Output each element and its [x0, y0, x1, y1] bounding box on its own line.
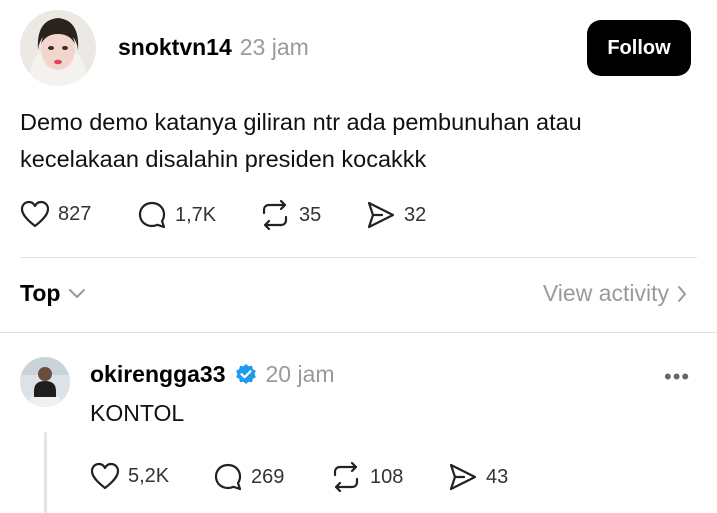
post-text-line-2: kecelakaan disalahin presiden kocakkk: [20, 146, 427, 172]
reply-username[interactable]: okirengga33: [90, 361, 226, 388]
share-button[interactable]: 32: [366, 200, 426, 230]
view-activity-link[interactable]: View activity: [543, 280, 687, 307]
like-count: 827: [58, 202, 92, 225]
post-text: Demo demo katanya giliran ntr ada pembun…: [20, 104, 680, 178]
thread-line: [44, 432, 47, 513]
reply-share-count: 43: [486, 465, 509, 488]
repost-button[interactable]: 35: [259, 200, 321, 230]
like-button[interactable]: 827: [20, 200, 91, 228]
comment-icon: [138, 201, 166, 229]
post-timestamp: 23 jam: [239, 34, 309, 60]
heart-icon: [90, 462, 120, 490]
repost-count: 35: [299, 203, 322, 226]
reply-text: KONTOL: [90, 400, 185, 426]
send-icon: [367, 201, 395, 229]
reply-comment-count: 269: [251, 465, 285, 488]
share-count: 32: [404, 203, 427, 226]
sort-dropdown[interactable]: Top: [20, 280, 86, 307]
chevron-right-icon: [678, 285, 686, 302]
reply-repost-button[interactable]: 108: [330, 462, 403, 492]
post-username[interactable]: snoktvn14: [118, 34, 232, 61]
reply-repost-count: 108: [370, 465, 404, 488]
avatar[interactable]: [20, 10, 96, 86]
repost-icon: [333, 462, 359, 492]
heart-icon: [20, 200, 50, 228]
divider: [0, 332, 717, 333]
avatar-image: [20, 10, 96, 86]
reply-avatar[interactable]: [20, 357, 70, 407]
comment-button[interactable]: 1,7K: [137, 200, 216, 230]
repost-icon: [262, 200, 288, 230]
chevron-down-icon: [69, 288, 86, 298]
post-text-line-1: Demo demo katanya giliran ntr ada pembun…: [20, 109, 582, 135]
reply-like-count: 5,2K: [128, 464, 170, 487]
reply-share-button[interactable]: 43: [448, 462, 508, 492]
follow-button[interactable]: Follow: [587, 20, 691, 76]
reply-like-button[interactable]: 5,2K: [90, 462, 169, 490]
divider: [20, 257, 697, 258]
verified-badge-icon: [235, 363, 256, 384]
sort-label: Top: [20, 280, 61, 306]
comment-icon: [214, 463, 242, 491]
avatar-image: [20, 357, 70, 407]
view-activity-label: View activity: [542, 280, 669, 306]
more-options-icon[interactable]: •••: [664, 364, 690, 390]
reply-comment-button[interactable]: 269: [213, 462, 284, 492]
reply-timestamp: 20 jam: [265, 361, 335, 387]
comment-count: 1,7K: [175, 203, 217, 226]
send-icon: [449, 463, 477, 491]
